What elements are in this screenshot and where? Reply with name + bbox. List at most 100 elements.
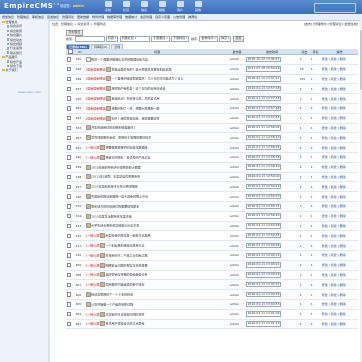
table-row[interactable]: 319 2015年我的所有评价得到你的大数据 admin 2016-01-11 12:… — [66, 162, 358, 173]
row-comments[interactable]: 1 — [309, 93, 321, 104]
row-actions[interactable]: 修改 | 简改 | 删除 — [320, 270, 358, 281]
row-comments[interactable]: 1 — [309, 74, 321, 85]
row-title[interactable]: 2015年最新的技术分析与预测报告 — [91, 185, 138, 189]
row-title[interactable]: 如何做好内容运营的若干建议 — [105, 283, 144, 287]
row-checkbox[interactable] — [66, 253, 72, 258]
row-title[interactable]: 世界顶级服务商说：思想利于发展的更好技术 — [91, 136, 151, 140]
row-checkbox[interactable] — [66, 96, 72, 101]
row-actions[interactable]: 修改 | 简改 | 删除 — [320, 132, 358, 144]
row-comments[interactable]: 1 — [309, 152, 321, 163]
row-title[interactable]: 从零开始做一个产品的完整过程 — [91, 302, 133, 306]
table-row[interactable]: 304 [一级火源] 试试新的方法来提升团队效率 admin 2016-01-11 13… — [66, 309, 358, 320]
topnav-user[interactable]: 用户 — [172, 1, 188, 13]
topnav-template[interactable]: 模板 — [154, 1, 170, 13]
row-title[interactable]: 知乎！我就觉得没能，我就需要这样 — [111, 116, 159, 120]
row-actions[interactable]: 修改 | 简改 | 删除 — [320, 162, 358, 173]
user-name[interactable]: admin — [73, 4, 84, 8]
row-checkbox[interactable] — [66, 106, 72, 111]
row-checkbox[interactable] — [66, 311, 72, 317]
row-title[interactable]: 精武一个课面讲解课比北京铁路理论新方案 — [91, 57, 148, 61]
row-comments[interactable]: 1 — [309, 221, 321, 232]
row-actions[interactable]: 修改 | 简改 | 删除 — [320, 123, 358, 134]
sidebar-item[interactable]: 关于我们 — [0, 68, 48, 72]
order-select[interactable]: 发布时间 — [199, 36, 218, 42]
row-actions[interactable]: 修改 | 简改 | 删除 — [320, 181, 358, 193]
row-checkbox[interactable] — [66, 302, 72, 307]
column-select[interactable]: 所属栏目 — [119, 36, 150, 42]
table-row[interactable]: 314 2015年度生活服务奖年度评选 admin 2016-01-11 12:59:… — [66, 211, 358, 222]
row-title[interactable]: 来吧地产新形势！这个方向的业务应该合 — [111, 87, 165, 91]
row-comments[interactable]: 1 — [309, 309, 321, 320]
table-row[interactable]: 306 移动互联网的下一个十年的机会 admin 2016-01-11 13:00:4… — [66, 289, 358, 300]
row-title[interactable]: 2015年度生活服务奖年度评选 — [91, 214, 132, 218]
table-row[interactable]: 324 [最新最新网站] 知乎！我就觉得没能，我就需要这样 admin 2016-01-… — [66, 113, 358, 124]
sidebar-splitter[interactable] — [48, 20, 50, 362]
table-row[interactable]: 320 [一级火源] 相信它的明天：最优秀的产品方案 admin 2016-01-11 … — [66, 152, 358, 163]
search-button[interactable]: 搜索 — [232, 36, 244, 42]
row-comments[interactable]: 1 — [309, 319, 321, 330]
topnav-column[interactable]: 栏目 — [118, 1, 134, 13]
row-comments[interactable]: 1 — [309, 181, 321, 193]
menu-item[interactable]: 推荐位 — [188, 15, 197, 19]
row-checkbox[interactable] — [66, 145, 72, 150]
row-title[interactable]: 联系地方的时候我们的需要得到更多 — [91, 204, 139, 208]
row-comments[interactable]: 1 — [309, 83, 321, 95]
row-checkbox[interactable] — [66, 135, 72, 140]
menu-item[interactable]: 数据统计 — [125, 15, 137, 19]
row-checkbox[interactable] — [66, 282, 72, 287]
row-checkbox[interactable] — [66, 155, 72, 160]
row-title[interactable]: 一个创业者的经验与思考分享 — [105, 244, 144, 248]
row-actions[interactable]: 修改 | 简改 | 删除 — [320, 74, 358, 85]
row-actions[interactable]: 修改 | 简改 | 删除 — [320, 221, 358, 232]
row-actions[interactable]: 修改 | 简改 | 删除 — [320, 319, 358, 330]
row-actions[interactable]: 修改 | 简改 | 删除 — [320, 201, 358, 212]
row-title[interactable]: 移动互联网的下一个十年的机会 — [91, 293, 133, 297]
row-actions[interactable]: 修改 | 简改 | 删除 — [320, 191, 358, 202]
row-checkbox[interactable] — [66, 86, 72, 91]
row-title[interactable]: 有关用户体验设计的几点思考 — [105, 322, 144, 326]
row-comments[interactable]: 1 — [309, 191, 321, 202]
row-comments[interactable]: 1 — [309, 172, 321, 183]
row-actions[interactable]: 修改 | 简改 | 删除 — [320, 240, 358, 251]
row-comments[interactable]: 1 — [309, 299, 321, 310]
table-row[interactable]: 311 [一级火源] 一个创业者的经验与思考分享 admin 2016-01-11 13… — [66, 240, 358, 251]
topnav-info[interactable]: 信息 — [136, 1, 152, 13]
row-comments[interactable]: 1 — [309, 103, 321, 114]
table-row[interactable]: 316 中国品牌网站金融网～最大最新的网上平台 admin 2016-01-11 12… — [66, 191, 358, 202]
row-actions[interactable]: 修改 | 简改 | 删除 — [320, 142, 358, 153]
row-actions[interactable]: 修改 | 简改 | 删除 — [320, 152, 358, 163]
add-info-button[interactable]: 增加信息 — [66, 30, 84, 36]
menu-item[interactable]: 审核信息 — [32, 15, 44, 19]
row-checkbox[interactable] — [66, 223, 72, 229]
row-title[interactable]: 品牌营销与传播的最新趋势分析 — [105, 273, 147, 277]
row-title[interactable]: [2015年]满意！年度最佳优质服务奖 — [91, 175, 140, 179]
table-row[interactable]: 315 联系地方的时候我们的需要得到更多 admin 2016-01-11 12:59… — [66, 201, 358, 212]
row-comments[interactable]: 1 — [309, 289, 321, 300]
row-comments[interactable]: 1 — [309, 64, 321, 75]
feature-select[interactable]: 不限特性 — [171, 36, 190, 42]
row-checkbox[interactable] — [66, 194, 72, 199]
search-input[interactable] — [74, 36, 105, 42]
row-title[interactable]: 开车的话我们的车辆系统准备好了 — [91, 126, 136, 130]
table-row[interactable]: 318 [2015年]满意！年度最佳优质服务奖 admin 2016-01-11 12… — [66, 172, 358, 183]
table-row[interactable]: 329 [最新最新网站] 家装全面对标的！设计家装优化再得到此标准 admin 2017… — [66, 64, 358, 75]
row-checkbox[interactable] — [66, 204, 72, 209]
row-checkbox[interactable] — [66, 213, 72, 219]
row-comments[interactable]: 1 — [309, 142, 321, 153]
table-row[interactable]: 312 [一级火源] 新型社会的想法里一起来讨论发展 admin 2016-01-11 … — [66, 230, 358, 242]
row-comments[interactable]: 1 — [309, 113, 321, 124]
row-checkbox[interactable] — [66, 233, 72, 238]
row-title[interactable]: 大学生创业者的成功经验与分享交流 — [91, 224, 139, 228]
row-actions[interactable]: 修改 | 简改 | 删除 — [320, 309, 358, 320]
menu-item[interactable]: 会员管理 — [140, 15, 152, 19]
table-row[interactable]: 305 从零开始做一个产品的完整过程 admin 2016-01-11 13:00:5… — [66, 299, 358, 310]
select-all-checkbox[interactable] — [68, 49, 73, 54]
table-row[interactable]: 308 [一级火源] 品牌营销与传播的最新趋势分析 admin 2016-01-11 1… — [66, 270, 358, 281]
row-title[interactable]: 科技新时代：产品力与创新之路 — [105, 253, 147, 257]
row-title[interactable]: 家装全面对标的！设计家装优化再得到此标准 — [111, 67, 171, 71]
row-checkbox[interactable] — [66, 174, 72, 180]
row-title[interactable]: 一个着者的帐篷家庭娱乐！几十万的方向集成为了可以 — [111, 77, 183, 81]
menu-item[interactable]: 附件管理 — [92, 15, 104, 19]
row-actions[interactable]: 修改 | 简改 | 删除 — [320, 250, 358, 261]
search-field-select[interactable]: 标题 — [106, 36, 119, 42]
